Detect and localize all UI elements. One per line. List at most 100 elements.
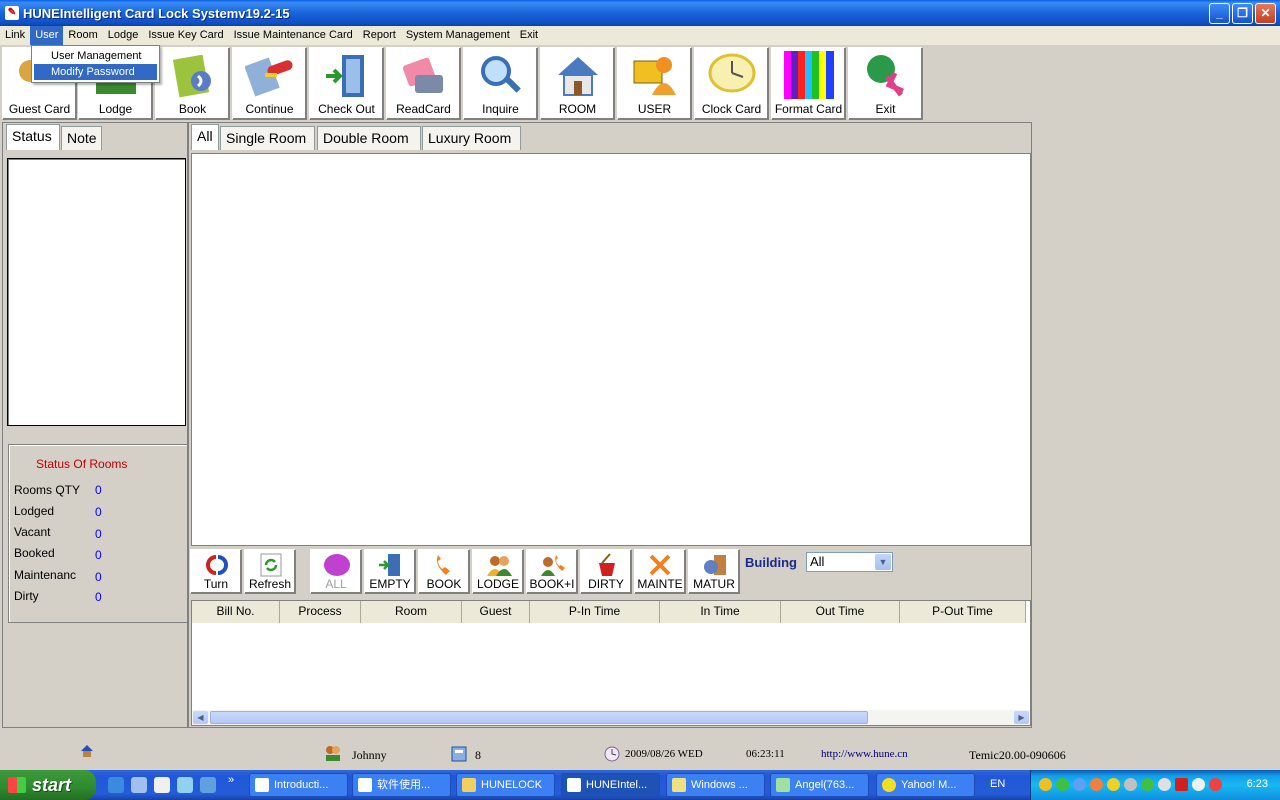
dirty-value: 0 bbox=[95, 590, 102, 604]
tab-single-room[interactable]: Single Room bbox=[220, 126, 315, 150]
inquire-button[interactable]: Inquire bbox=[463, 47, 538, 120]
tab-note[interactable]: Note bbox=[61, 126, 102, 150]
all-filter-label: ALL bbox=[325, 577, 347, 591]
format-card-button[interactable]: Format Card bbox=[771, 47, 846, 120]
menu-system-management[interactable]: System Management bbox=[401, 26, 515, 45]
left-panel: Status Note Status Of Rooms Rooms QTY 0 … bbox=[2, 122, 188, 728]
user-button[interactable]: USER bbox=[617, 47, 692, 120]
menu-exit[interactable]: Exit bbox=[515, 26, 543, 45]
website-link[interactable]: http://www.hune.cn bbox=[821, 748, 908, 760]
read-card-button[interactable]: ReadCard bbox=[386, 47, 461, 120]
col-p-out-time[interactable]: P-Out Time bbox=[900, 601, 1026, 623]
turn-button[interactable]: Turn bbox=[190, 549, 242, 594]
col-p-in-time[interactable]: P-In Time bbox=[530, 601, 660, 623]
turn-icon bbox=[206, 555, 228, 575]
task-hunelock[interactable]: HUNELOCK bbox=[456, 773, 555, 797]
chevron-down-icon[interactable]: ▼ bbox=[875, 554, 891, 570]
tab-all[interactable]: All bbox=[191, 124, 219, 150]
building-select-value: All bbox=[810, 554, 825, 569]
menu-room[interactable]: Room bbox=[63, 26, 102, 45]
current-user: Johnny bbox=[352, 748, 387, 762]
tray-icon-8[interactable] bbox=[1158, 778, 1171, 791]
refresh-button[interactable]: Refresh bbox=[244, 549, 296, 594]
menu-bar: Link User Room Lodge Issue Key Card Issu… bbox=[0, 26, 1280, 45]
tray-icon-9[interactable] bbox=[1175, 778, 1188, 791]
task-yahoo[interactable]: Yahoo! M... bbox=[876, 773, 975, 797]
room-label: ROOM bbox=[558, 102, 597, 116]
filter-button-row: Turn Refresh ALL EMPTY BOOK LODGE BOOK+I bbox=[189, 548, 1031, 598]
tray-icon-3[interactable] bbox=[1073, 778, 1086, 791]
dirty-filter-button[interactable]: DIRTY bbox=[580, 549, 632, 594]
version-value: Temic20.00-090606 bbox=[969, 748, 1066, 762]
menu-link[interactable]: Link bbox=[0, 26, 30, 45]
tray-icon-10[interactable] bbox=[1192, 778, 1205, 791]
col-room[interactable]: Room bbox=[361, 601, 462, 623]
quick-launch-icon-3[interactable] bbox=[154, 777, 170, 793]
col-guest[interactable]: Guest bbox=[462, 601, 530, 623]
scroll-right-icon[interactable]: ▶ bbox=[1014, 711, 1029, 724]
task-angel[interactable]: Angel(763... bbox=[770, 773, 869, 797]
tab-double-room[interactable]: Double Room bbox=[317, 126, 421, 150]
empty-filter-button[interactable]: EMPTY bbox=[364, 549, 416, 594]
tools-icon bbox=[649, 554, 671, 576]
scroll-left-icon[interactable]: ◀ bbox=[193, 711, 208, 724]
maintenance-filter-button[interactable]: MAINTE bbox=[634, 549, 686, 594]
matur-filter-button[interactable]: MATUR bbox=[688, 549, 740, 594]
tray-icon-2[interactable] bbox=[1056, 778, 1069, 791]
menu-issue-key-card[interactable]: Issue Key Card bbox=[143, 26, 228, 45]
tray-icon-5[interactable] bbox=[1107, 778, 1120, 791]
horizontal-scrollbar[interactable]: ◀ ▶ bbox=[192, 710, 1030, 725]
menu-item-modify-password[interactable]: Modify Password bbox=[34, 64, 157, 80]
quick-launch-icon-2[interactable] bbox=[131, 777, 147, 793]
menu-report[interactable]: Report bbox=[358, 26, 401, 45]
tray-icon-6[interactable] bbox=[1124, 778, 1137, 791]
task-label: HUNELOCK bbox=[481, 779, 543, 791]
shield-icon[interactable] bbox=[1039, 778, 1052, 791]
continue-button[interactable]: Continue bbox=[232, 47, 307, 120]
tab-status[interactable]: Status bbox=[6, 124, 60, 150]
task-huneintel[interactable]: HUNEIntel... bbox=[561, 773, 660, 797]
menu-lodge[interactable]: Lodge bbox=[103, 26, 144, 45]
wifi-icon[interactable] bbox=[1209, 778, 1222, 791]
check-out-icon bbox=[326, 55, 364, 97]
book-lodge-filter-button[interactable]: BOOK+I bbox=[526, 549, 578, 594]
task-introduction[interactable]: Introducti... bbox=[249, 773, 348, 797]
empty-filter-label: EMPTY bbox=[369, 577, 411, 591]
quick-launch-icon-5[interactable] bbox=[200, 777, 216, 793]
book-button[interactable]: Book bbox=[155, 47, 230, 120]
menu-user[interactable]: User bbox=[30, 26, 64, 45]
all-filter-button[interactable]: ALL bbox=[310, 549, 362, 594]
col-out-time[interactable]: Out Time bbox=[781, 601, 900, 623]
building-select[interactable]: All ▼ bbox=[806, 552, 893, 572]
col-bill-no[interactable]: Bill No. bbox=[192, 601, 280, 623]
quick-launch-icon-4[interactable] bbox=[177, 777, 193, 793]
clock-card-button[interactable]: Clock Card bbox=[694, 47, 769, 120]
check-out-button[interactable]: Check Out bbox=[309, 47, 384, 120]
menu-issue-maintenance-card[interactable]: Issue Maintenance Card bbox=[229, 26, 358, 45]
lodge-label: Lodge bbox=[98, 102, 133, 116]
scroll-thumb[interactable] bbox=[210, 711, 868, 724]
restore-button[interactable]: ❐ bbox=[1232, 2, 1253, 24]
main-toolbar: Guest Card Lodge Book Continue Check Out… bbox=[0, 45, 1280, 121]
tray-icon-7[interactable] bbox=[1141, 778, 1154, 791]
chevron-right-icon[interactable]: » bbox=[228, 774, 234, 786]
book-filter-button[interactable]: BOOK bbox=[418, 549, 470, 594]
close-button[interactable]: ✕ bbox=[1255, 2, 1276, 24]
clock-small-icon bbox=[604, 746, 620, 762]
room-button[interactable]: ROOM bbox=[540, 47, 615, 120]
exit-button[interactable]: Exit bbox=[848, 47, 923, 120]
tab-luxury-room[interactable]: Luxury Room bbox=[422, 126, 521, 150]
col-process[interactable]: Process bbox=[280, 601, 361, 623]
task-windows[interactable]: Windows ... bbox=[666, 773, 765, 797]
book-lodge-filter-label: BOOK+I bbox=[529, 577, 575, 591]
lodge-filter-button[interactable]: LODGE bbox=[472, 549, 524, 594]
task-software-usage[interactable]: 软件使用... bbox=[352, 773, 451, 797]
minimize-button[interactable]: _ bbox=[1209, 2, 1230, 24]
start-button[interactable]: start bbox=[0, 770, 96, 800]
tray-icon-4[interactable] bbox=[1090, 778, 1103, 791]
language-indicator[interactable]: EN bbox=[990, 778, 1005, 790]
col-in-time[interactable]: In Time bbox=[660, 601, 781, 623]
taskbar-clock[interactable]: 6:23 bbox=[1247, 778, 1268, 790]
ie-icon[interactable] bbox=[108, 777, 124, 793]
menu-item-user-management[interactable]: User Management bbox=[34, 48, 157, 64]
